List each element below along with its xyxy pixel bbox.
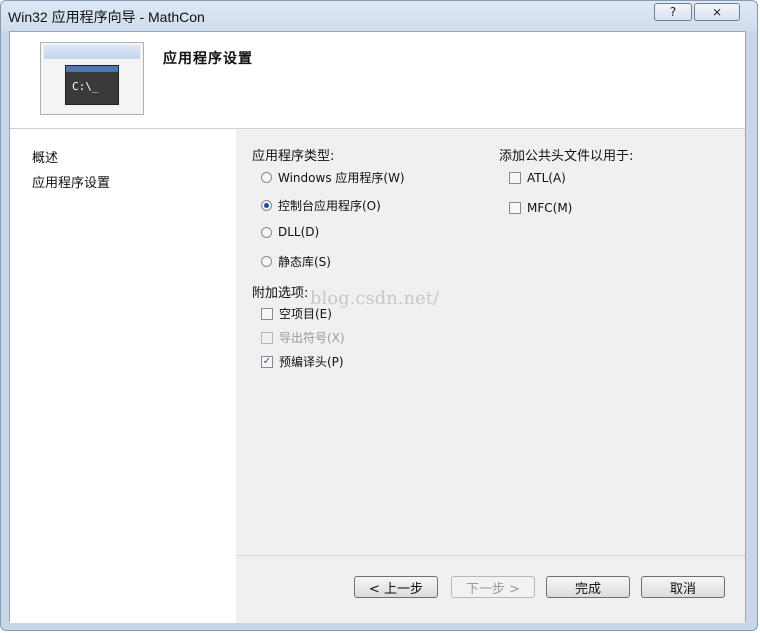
checkbox-precompiled-header[interactable]: ✓ 预编译头(P) <box>261 353 344 370</box>
checkbox-mfc[interactable]: MFC(M) <box>509 201 572 215</box>
close-button[interactable]: ⨯ <box>694 3 740 21</box>
radio-icon <box>261 256 272 267</box>
page-title: 应用程序设置 <box>163 51 253 67</box>
checkbox-icon <box>509 172 521 184</box>
console-app-preview: C:\_ <box>40 42 144 115</box>
console-prompt-text: C:\_ <box>72 80 99 93</box>
extra-options-label: 附加选项: <box>252 286 309 301</box>
common-headers-label: 添加公共头文件以用于: <box>499 149 634 164</box>
checkbox-export-symbols[interactable]: 导出符号(X) <box>261 329 345 346</box>
watermark: blog.csdn.net/ <box>310 288 440 309</box>
cancel-button[interactable]: 取消 <box>641 576 725 598</box>
radio-icon <box>261 172 272 183</box>
radio-icon <box>261 226 272 238</box>
radio-windows-app[interactable]: Windows 应用程序(W) <box>261 169 405 186</box>
window-title: Win32 应用程序向导 - MathCon <box>8 9 205 25</box>
checkbox-icon <box>261 307 273 320</box>
wizard-window: Win32 应用程序向导 - MathCon ? ⨯ C:\_ 应用程序设置 概… <box>0 0 758 631</box>
finish-button[interactable]: 完成 <box>546 576 630 598</box>
preview-menubar <box>44 45 140 59</box>
settings-panel: 应用程序类型: Windows 应用程序(W) 控制台应用程序(O) DLL(D… <box>236 129 745 623</box>
radio-dll[interactable]: DLL(D) <box>261 225 319 239</box>
close-icon: ⨯ <box>711 5 723 19</box>
radio-selected-icon <box>261 200 272 211</box>
wizard-client: C:\_ 应用程序设置 概述 应用程序设置 应用程序类型: Windows 应用… <box>9 31 746 623</box>
back-button[interactable]: < 上一步 <box>354 576 438 598</box>
radio-static-lib[interactable]: 静态库(S) <box>261 253 331 270</box>
nav-item-overview[interactable]: 概述 <box>32 147 58 166</box>
help-button[interactable]: ? <box>654 3 692 21</box>
checkbox-atl[interactable]: ATL(A) <box>509 171 566 185</box>
checkbox-icon <box>509 202 521 214</box>
radio-console-app[interactable]: 控制台应用程序(O) <box>261 197 381 214</box>
banner: C:\_ 应用程序设置 <box>10 32 745 129</box>
next-button[interactable]: 下一步 > <box>451 576 535 598</box>
console-window-icon: C:\_ <box>65 65 119 105</box>
help-icon: ? <box>669 5 677 19</box>
title-bar: Win32 应用程序向导 - MathCon ? ⨯ <box>1 1 757 31</box>
checkbox-icon <box>261 331 273 344</box>
button-bar: < 上一步 下一步 > 完成 取消 <box>236 555 745 623</box>
checkbox-checked-icon: ✓ <box>261 355 273 368</box>
nav-item-app-settings[interactable]: 应用程序设置 <box>32 172 110 191</box>
app-type-label: 应用程序类型: <box>252 149 335 164</box>
wizard-nav: 概述 应用程序设置 <box>10 129 236 623</box>
